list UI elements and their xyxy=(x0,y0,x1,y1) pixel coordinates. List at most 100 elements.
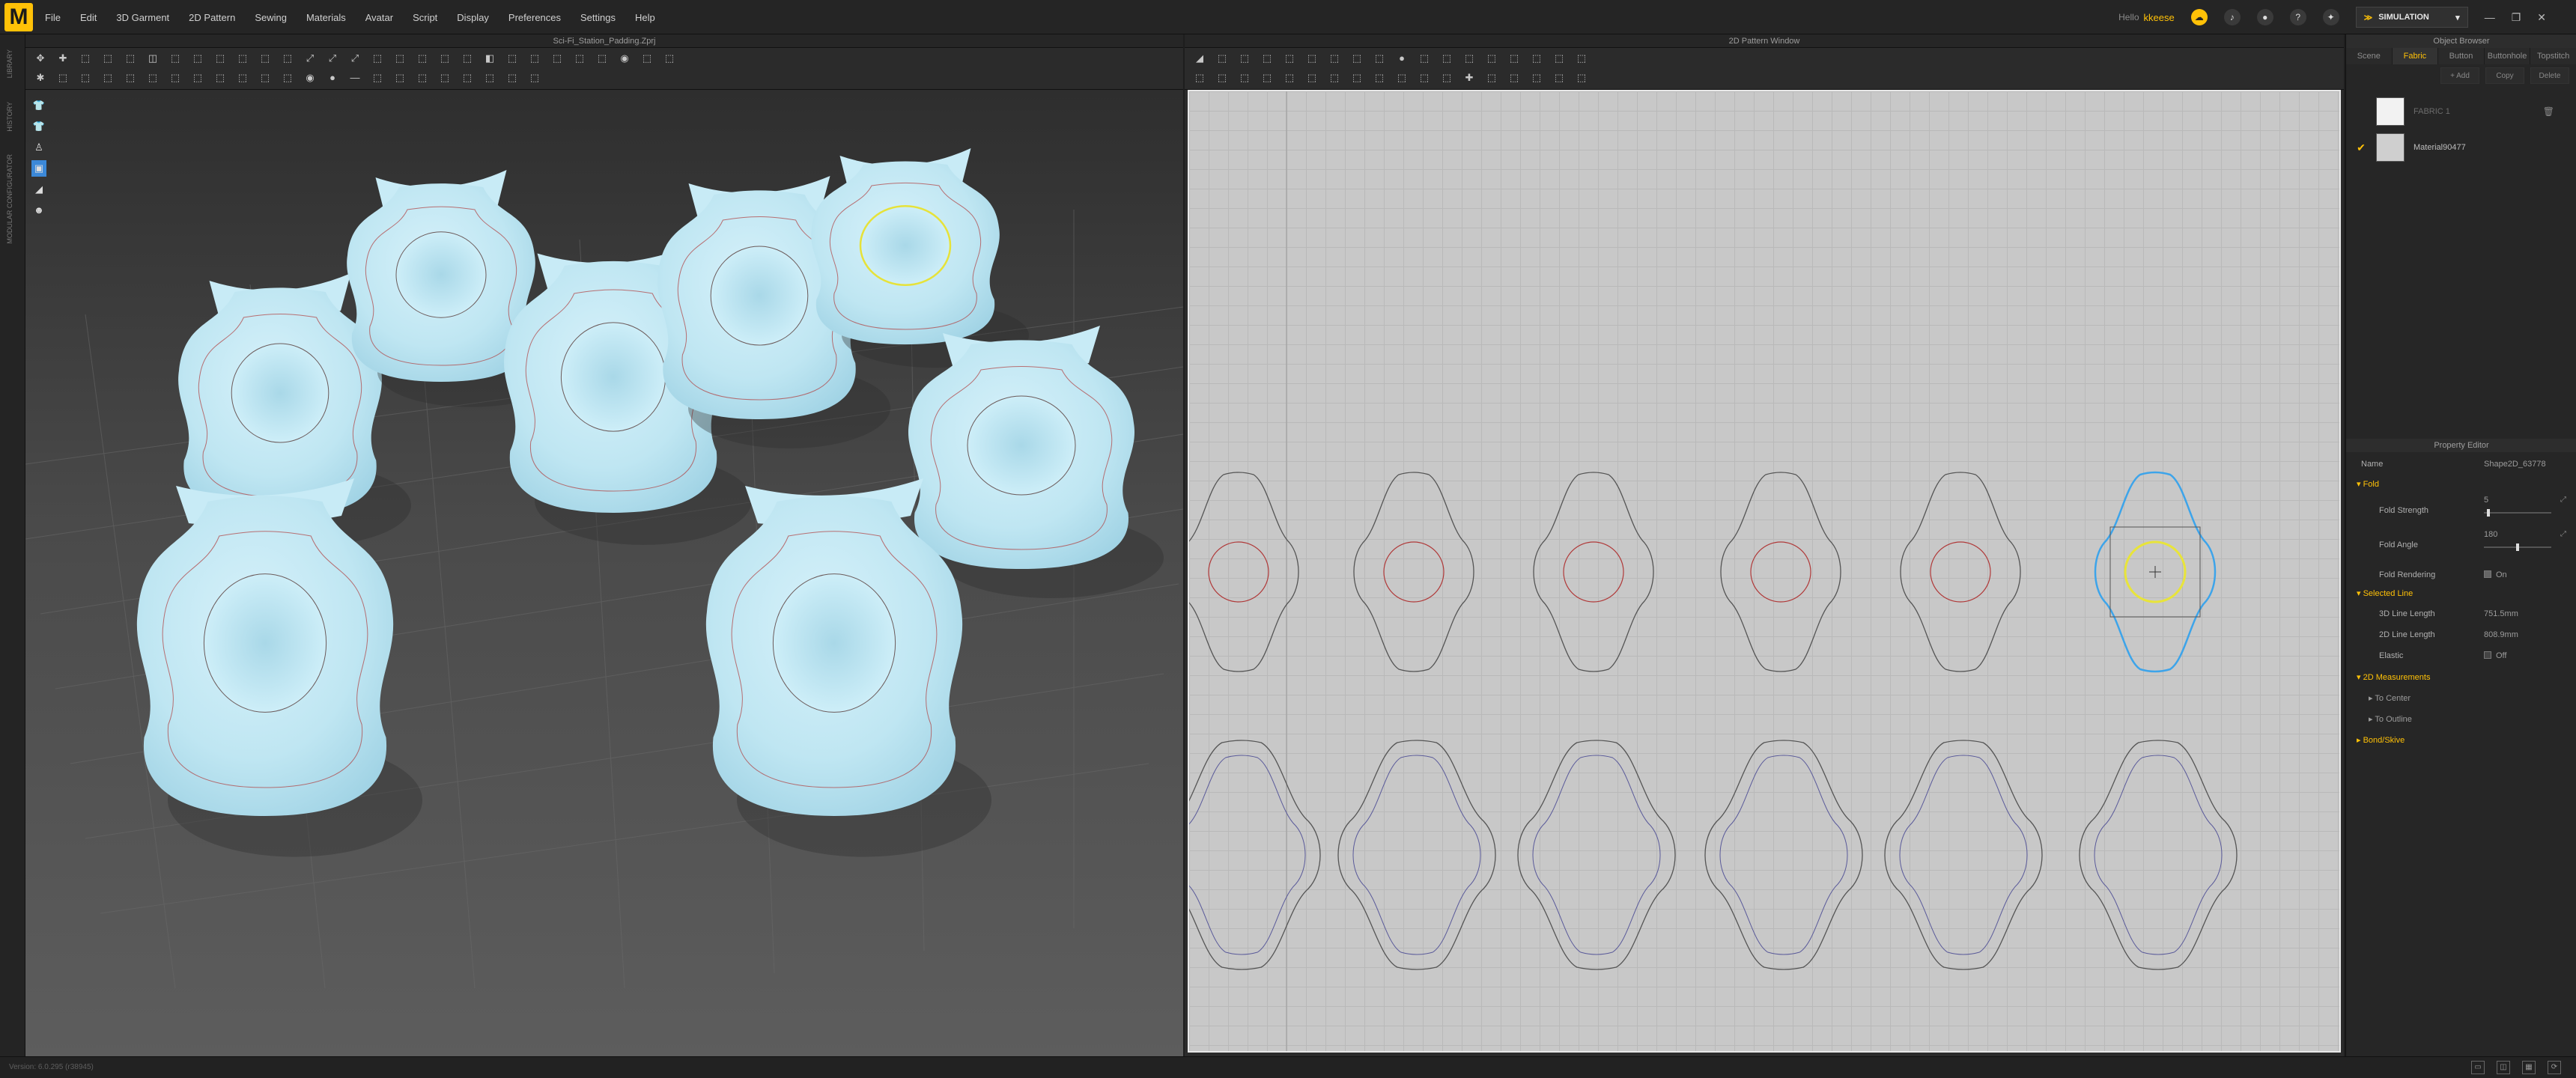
tab-scene[interactable]: Scene xyxy=(2346,48,2393,64)
username-link[interactable]: kkeese xyxy=(2144,12,2175,23)
fold-strength-value[interactable]: 5 xyxy=(2484,496,2488,505)
3d-row2-tool-1-icon[interactable]: ✱ xyxy=(33,70,48,85)
modular-configurator-tab[interactable]: MODULAR CONFIGURATOR xyxy=(6,154,13,244)
tab-fabric[interactable]: Fabric xyxy=(2392,48,2439,64)
2d-row1-tool-13-icon[interactable]: ⬚ xyxy=(1462,51,1477,66)
2d-row2-tool-5-icon[interactable]: ⬚ xyxy=(1282,70,1297,85)
delete-button[interactable]: Delete xyxy=(2530,67,2569,84)
minimize-icon[interactable]: — xyxy=(2485,11,2495,23)
2d-row2-tool-18-icon[interactable]: ⬚ xyxy=(1574,70,1589,85)
pattern-piece-bottom[interactable] xyxy=(1189,740,1321,970)
speaker-icon[interactable]: ♪ xyxy=(2223,9,2241,25)
fold-angle-value[interactable]: 180 xyxy=(2484,530,2497,539)
menu-file[interactable]: File xyxy=(45,12,61,23)
2d-row1-tool-5-icon[interactable]: ⬚ xyxy=(1282,51,1297,66)
3d-row1-tool-29-icon[interactable]: ⬚ xyxy=(662,51,677,66)
3d-row1-tool-27-icon[interactable]: ◉ xyxy=(617,51,632,66)
selected-line-section[interactable]: ▾ Selected Line xyxy=(2357,588,2413,598)
menu-avatar[interactable]: Avatar xyxy=(365,12,393,23)
2d-row1-tool-6-icon[interactable]: ⬚ xyxy=(1304,51,1319,66)
3d-row2-tool-17-icon[interactable]: ⬚ xyxy=(392,70,407,85)
pattern-piece-top[interactable] xyxy=(1189,472,1299,672)
pattern-piece-bottom[interactable] xyxy=(1337,740,1496,970)
trash-icon[interactable]: 🗑 xyxy=(2543,106,2554,117)
3d-row1-tool-26-icon[interactable]: ⬚ xyxy=(595,51,610,66)
2d-row1-tool-2-icon[interactable]: ⬚ xyxy=(1215,51,1230,66)
fold-strength-knob[interactable] xyxy=(2487,509,2491,517)
3d-row1-tool-4-icon[interactable]: ⬚ xyxy=(100,51,115,66)
tab-buttonhole[interactable]: Buttonhole xyxy=(2485,48,2531,64)
3d-row1-tool-11-icon[interactable]: ⬚ xyxy=(258,51,273,66)
3d-row2-tool-15-icon[interactable]: — xyxy=(347,70,362,85)
user-icon[interactable]: ● xyxy=(2256,9,2273,25)
3d-row1-tool-2-icon[interactable]: ✚ xyxy=(55,51,70,66)
help-icon[interactable]: ? xyxy=(2289,9,2306,25)
3d-row2-tool-21-icon[interactable]: ⬚ xyxy=(482,70,497,85)
measurements-section[interactable]: ▾ 2D Measurements xyxy=(2357,672,2430,682)
menu-preferences[interactable]: Preferences xyxy=(508,12,561,23)
cloud-icon[interactable]: ☁ xyxy=(2190,9,2208,25)
2d-row2-tool-17-icon[interactable]: ⬚ xyxy=(1552,70,1567,85)
menu-materials[interactable]: Materials xyxy=(306,12,346,23)
3d-row1-tool-1-icon[interactable]: ✥ xyxy=(33,51,48,66)
3d-row1-tool-20-icon[interactable]: ⬚ xyxy=(460,51,475,66)
to-outline-row[interactable]: ▸ To Outline xyxy=(2369,714,2412,724)
3d-row1-tool-24-icon[interactable]: ⬚ xyxy=(550,51,565,66)
3d-viewport[interactable]: 👕 👕 ♙ ▣ ◢ ☻ xyxy=(25,90,1183,1056)
3d-row2-tool-13-icon[interactable]: ◉ xyxy=(303,70,318,85)
menu-sewing[interactable]: Sewing xyxy=(255,12,287,23)
menu-settings[interactable]: Settings xyxy=(580,12,616,23)
2d-row2-tool-6-icon[interactable]: ⬚ xyxy=(1304,70,1319,85)
3d-row1-tool-12-icon[interactable]: ⬚ xyxy=(280,51,295,66)
checkbox-icon[interactable] xyxy=(2484,651,2491,659)
add-button[interactable]: + Add xyxy=(2440,67,2479,84)
copy-button[interactable]: Copy xyxy=(2485,67,2524,84)
2d-row2-tool-13-icon[interactable]: ✚ xyxy=(1462,70,1477,85)
3d-row2-tool-2-icon[interactable]: ⬚ xyxy=(55,70,70,85)
2d-row2-tool-3-icon[interactable]: ⬚ xyxy=(1237,70,1252,85)
split-view-icon[interactable]: ◫ xyxy=(2497,1061,2510,1074)
grid-view-icon[interactable]: ▦ xyxy=(2522,1061,2536,1074)
2d-row1-tool-14-icon[interactable]: ⬚ xyxy=(1484,51,1499,66)
2d-row2-tool-2-icon[interactable]: ⬚ xyxy=(1215,70,1230,85)
menu-3d-garment[interactable]: 3D Garment xyxy=(116,12,169,23)
expand-icon[interactable]: ⤢ xyxy=(2560,530,2566,538)
len2d-value[interactable]: 808.9mm xyxy=(2484,630,2518,639)
3d-row2-tool-11-icon[interactable]: ⬚ xyxy=(258,70,273,85)
3d-row1-tool-23-icon[interactable]: ⬚ xyxy=(527,51,542,66)
3d-row2-tool-22-icon[interactable]: ⬚ xyxy=(505,70,520,85)
menu-help[interactable]: Help xyxy=(635,12,655,23)
3d-row2-tool-5-icon[interactable]: ⬚ xyxy=(123,70,138,85)
2d-row2-tool-4-icon[interactable]: ⬚ xyxy=(1260,70,1275,85)
2d-row1-tool-8-icon[interactable]: ⬚ xyxy=(1349,51,1364,66)
fabric-icon[interactable]: ▣ xyxy=(31,160,46,177)
menu-edit[interactable]: Edit xyxy=(80,12,97,23)
fold-rendering-value[interactable]: On xyxy=(2484,570,2507,579)
fabric-row-1[interactable]: FABRIC 1 🗑 xyxy=(2346,94,2576,129)
3d-row1-tool-6-icon[interactable]: ◫ xyxy=(145,51,160,66)
3d-row1-tool-9-icon[interactable]: ⬚ xyxy=(213,51,228,66)
avatar-icon[interactable]: ♙ xyxy=(31,139,46,156)
pad-3d[interactable] xyxy=(136,478,422,857)
3d-row1-tool-14-icon[interactable]: ⤢ xyxy=(325,51,340,66)
3d-row1-tool-22-icon[interactable]: ⬚ xyxy=(505,51,520,66)
pattern-piece-top[interactable] xyxy=(1720,472,1841,672)
3d-row2-tool-4-icon[interactable]: ⬚ xyxy=(100,70,115,85)
3d-row1-tool-17-icon[interactable]: ⬚ xyxy=(392,51,407,66)
3d-row2-tool-12-icon[interactable]: ⬚ xyxy=(280,70,295,85)
fold-strength-slider[interactable] xyxy=(2484,509,2551,517)
elastic-value[interactable]: Off xyxy=(2484,651,2506,660)
pattern-piece-bottom[interactable] xyxy=(1517,740,1676,970)
3d-row1-tool-3-icon[interactable]: ⬚ xyxy=(78,51,93,66)
pattern-piece-top[interactable] xyxy=(1533,472,1654,672)
3d-row2-tool-8-icon[interactable]: ⬚ xyxy=(190,70,205,85)
2d-row1-tool-17-icon[interactable]: ⬚ xyxy=(1552,51,1567,66)
2d-row2-tool-1-icon[interactable]: ⬚ xyxy=(1192,70,1207,85)
pattern-piece-top[interactable] xyxy=(1900,472,2021,672)
pattern-piece-top[interactable] xyxy=(1353,472,1474,672)
person-icon[interactable]: ☻ xyxy=(31,202,46,219)
3d-row2-tool-3-icon[interactable]: ⬚ xyxy=(78,70,93,85)
3d-row2-tool-19-icon[interactable]: ⬚ xyxy=(437,70,452,85)
3d-row2-tool-7-icon[interactable]: ⬚ xyxy=(168,70,183,85)
2d-row2-tool-8-icon[interactable]: ⬚ xyxy=(1349,70,1364,85)
